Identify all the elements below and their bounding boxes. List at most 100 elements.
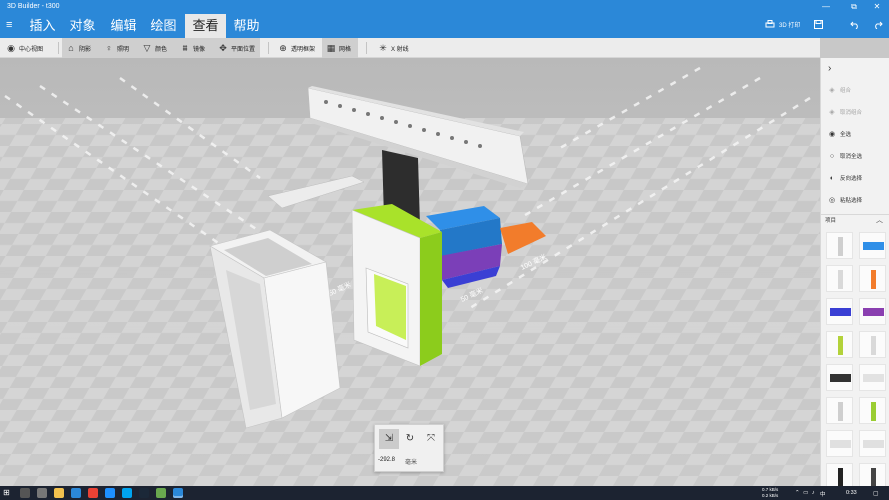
rotate-icon[interactable]: ↻ xyxy=(400,429,420,449)
thumbnail-shape xyxy=(863,374,884,382)
window-title: 3D Builder - t300 xyxy=(7,3,60,10)
project-thumbnail[interactable] xyxy=(826,331,853,358)
redo-icon[interactable] xyxy=(873,20,883,32)
hamburger-menu-icon[interactable]: ≡ xyxy=(6,19,12,31)
project-thumbnail[interactable] xyxy=(859,298,886,325)
file-explorer-icon[interactable] xyxy=(54,488,64,498)
deselect-all-button[interactable]: ○ 取消全选 xyxy=(828,152,862,162)
title-bar: 3D Builder - t300 — ⧉ ✕ xyxy=(0,0,889,14)
plane-toggle[interactable]: ✥ 平面位置 xyxy=(214,38,260,58)
undo-icon[interactable] xyxy=(850,20,860,32)
group-button[interactable]: ◈ 组合 xyxy=(828,86,851,96)
select-all-button[interactable]: ◉ 全选 xyxy=(828,130,851,140)
save-icon[interactable] xyxy=(814,20,823,32)
project-thumbnail[interactable] xyxy=(826,397,853,424)
menu-draw[interactable]: 绘图 xyxy=(145,14,182,38)
invert-selection-label: 反向选择 xyxy=(840,176,863,182)
menu-help[interactable]: 帮助 xyxy=(228,14,265,38)
thumbnail-shape xyxy=(863,440,884,448)
notification-icon[interactable]: ▢ xyxy=(873,490,879,497)
windows-start-icon[interactable]: ⊞ xyxy=(3,489,10,497)
menu-bar: ≡ 插入 对象 编辑 绘图 查看 帮助 3D 打印 xyxy=(0,14,889,38)
thumbnail-shape xyxy=(863,242,884,250)
3d-viewport[interactable]: 50 毫米 50 毫米 100 毫米 ⇲ ↻ ⤧ -292.8 毫米 xyxy=(0,58,820,486)
project-thumbnail[interactable] xyxy=(859,430,886,457)
print-3d-icon[interactable] xyxy=(765,20,775,32)
project-thumbnail[interactable] xyxy=(859,331,886,358)
chevron-up-icon[interactable]: ︿ xyxy=(876,215,883,227)
toolbar-divider xyxy=(58,42,59,54)
task-view-icon[interactable] xyxy=(20,488,30,498)
grid-toggle[interactable]: ▦ 网格 xyxy=(322,38,358,58)
project-thumbnail[interactable] xyxy=(826,265,853,292)
project-thumbnail[interactable] xyxy=(826,364,853,391)
scale-icon[interactable]: ⤧ xyxy=(421,429,441,449)
select-all-icon: ◉ xyxy=(828,131,836,138)
project-thumbnail[interactable] xyxy=(859,397,886,424)
plane-label: 平面位置 xyxy=(231,47,256,53)
system-tray-icons[interactable]: ⌃ ▭ ♪ xyxy=(795,490,816,496)
lightbulb-icon: ♀ xyxy=(105,43,113,53)
deselect-icon: ○ xyxy=(829,153,835,160)
thumbnail-shape xyxy=(871,402,876,421)
menu-object[interactable]: 对象 xyxy=(64,14,101,38)
project-thumbnail[interactable] xyxy=(826,430,853,457)
clock[interactable]: 0:33 xyxy=(846,490,857,496)
center-view-label: 中心视图 xyxy=(19,47,44,53)
ime-indicator[interactable]: 中 xyxy=(820,490,826,498)
shadow-toggle[interactable]: ⌂ 阴影 xyxy=(62,38,100,58)
paste-selection-button[interactable]: ◎ 粘贴选择 xyxy=(828,196,862,206)
toolbar-divider xyxy=(366,42,367,54)
paint-bucket-icon: ▽ xyxy=(143,43,151,53)
thumbnail-shape xyxy=(871,270,876,289)
xray-toggle[interactable]: ✳ X 射线 xyxy=(374,38,418,58)
thumbnail-shape xyxy=(830,440,851,448)
lighting-toggle[interactable]: ♀ 照明 xyxy=(100,38,138,58)
invert-selection-icon: ◐ xyxy=(829,175,835,182)
grid-icon: ▦ xyxy=(326,43,336,53)
thumbnail-shape xyxy=(871,336,876,355)
3d-builder-icon[interactable] xyxy=(173,488,183,498)
restore-button[interactable]: ⧉ xyxy=(849,2,859,12)
steam-icon[interactable] xyxy=(139,488,149,498)
project-thumbnail[interactable] xyxy=(826,232,853,259)
thumbnail-shape xyxy=(871,468,876,487)
projects-title: 项目 xyxy=(825,218,837,224)
ungroup-button[interactable]: ◈ 取消组合 xyxy=(828,108,862,118)
project-thumbnail[interactable] xyxy=(859,265,886,292)
mail-icon[interactable] xyxy=(71,488,81,498)
search-icon[interactable] xyxy=(37,488,47,498)
chrome-icon[interactable] xyxy=(88,488,98,498)
menu-insert[interactable]: 插入 xyxy=(24,14,61,38)
move-icon[interactable]: ⇲ xyxy=(379,429,399,449)
mirror-toggle[interactable]: ⩩ 镜像 xyxy=(176,38,214,58)
project-thumbnail[interactable] xyxy=(859,232,886,259)
model-white-case[interactable] xyxy=(351,204,442,367)
color-toggle[interactable]: ▽ 颜色 xyxy=(138,38,176,58)
thumbnail-shape xyxy=(830,374,851,382)
position-unit: 毫米 xyxy=(405,460,418,466)
shadow-label: 阴影 xyxy=(79,47,92,53)
menu-edit[interactable]: 编辑 xyxy=(105,14,142,38)
projects-header[interactable]: 项目 ︿ xyxy=(821,214,889,226)
edge-icon[interactable] xyxy=(105,488,115,498)
project-thumbnail[interactable] xyxy=(826,298,853,325)
store-icon[interactable] xyxy=(122,488,132,498)
minimize-button[interactable]: — xyxy=(821,2,831,12)
project-thumbnail[interactable] xyxy=(859,364,886,391)
eye-icon: ◉ xyxy=(7,43,15,53)
menu-view[interactable]: 查看 xyxy=(185,14,226,38)
app-icon[interactable] xyxy=(156,488,166,498)
view-toolbar: ◉ 中心视图 ⌂ 阴影 ♀ 照明 ▽ 颜色 ⩩ 镜像 ✥ 平面位置 ⊕ 透明框架 ▦ 网格 ✳ X… xyxy=(0,38,820,58)
center-view-button[interactable]: ◉ 中心视图 xyxy=(2,38,54,58)
transparent-frame-toggle[interactable]: ⊕ 透明框架 xyxy=(274,38,322,58)
invert-selection-button[interactable]: ◐ 反向选择 xyxy=(828,174,862,184)
close-button[interactable]: ✕ xyxy=(872,2,882,12)
position-value-input[interactable]: -292.8 xyxy=(378,457,395,463)
print-3d-button[interactable]: 3D 打印 xyxy=(779,20,800,32)
collapse-panel-icon[interactable]: › xyxy=(828,64,831,74)
thumbnail-shape xyxy=(838,336,843,355)
transparent-label: 透明框架 xyxy=(291,47,316,53)
xray-icon: ✳ xyxy=(379,43,387,53)
scene-canvas[interactable]: 50 毫米 50 毫米 100 毫米 xyxy=(0,58,820,486)
